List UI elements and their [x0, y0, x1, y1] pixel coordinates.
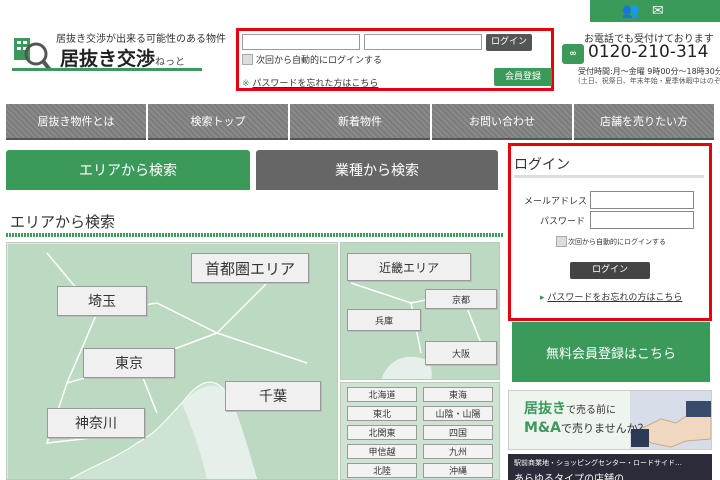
top-email-input[interactable]: [242, 34, 360, 50]
region-kitakanto[interactable]: 北関東: [347, 425, 417, 440]
side-forgot-mark: ▸: [540, 293, 545, 303]
region-list: 北海道 東海 東北 山陰・山陽 北関東 四国 甲信越 九州 北陸 沖縄: [340, 382, 500, 480]
side-password-input[interactable]: [590, 211, 694, 229]
side-email-input[interactable]: [590, 191, 694, 209]
region-koshinetsu[interactable]: 甲信越: [347, 444, 417, 459]
side-auto-login-label: 次回から自動的にログインする: [568, 238, 666, 246]
side-login-title-line: [514, 175, 704, 178]
region-hokuriku[interactable]: 北陸: [347, 463, 417, 478]
site-name-suffix: ねっと: [155, 57, 186, 68]
top-auto-login-checkbox[interactable]: [242, 54, 253, 65]
region-tokai[interactable]: 東海: [423, 387, 493, 402]
side-forgot-password[interactable]: ▸ パスワードをお忘れの方はこちら: [540, 290, 682, 303]
register-banner[interactable]: 無料会員登録はこちら: [512, 322, 710, 382]
top-auto-login-label: 次回から自動的にログインする: [256, 56, 383, 66]
map-label-shutoken[interactable]: 首都圏エリア: [191, 253, 309, 283]
nav-item-new[interactable]: 新着物件: [290, 104, 430, 140]
top-register-button[interactable]: 会員登録: [494, 68, 552, 86]
region-shikoku[interactable]: 四国: [423, 425, 493, 440]
map-label-osaka[interactable]: 大阪: [425, 341, 497, 365]
free-dial-glyph: ∞: [569, 49, 577, 59]
people-icon[interactable]: 👥: [622, 0, 639, 22]
top-forgot-password[interactable]: ※ パスワードを忘れた方はこちら: [242, 76, 378, 89]
region-kyushu[interactable]: 九州: [423, 444, 493, 459]
map-label-chiba[interactable]: 千葉: [225, 381, 321, 411]
map-label-hyogo[interactable]: 兵庫: [347, 309, 421, 331]
page: 👥 ✉ 居抜き交渉が出来る可能性のある物件 居抜き交渉ねっと ログイン 次回から…: [0, 0, 720, 480]
region-okinawa[interactable]: 沖縄: [423, 463, 493, 478]
region-hokkaido[interactable]: 北海道: [347, 387, 417, 402]
map-label-kanagawa[interactable]: 神奈川: [47, 408, 145, 438]
ma-word: 居抜き: [524, 401, 566, 417]
ma-banner-line2: M&Aで売りませんか？: [524, 420, 649, 436]
top-forgot-mark: ※: [242, 79, 250, 89]
map-label-tokyo[interactable]: 東京: [83, 348, 175, 378]
phone-hours-note: (土日、祝祭日、年末年始・夏季休暇中はのぞく): [578, 77, 720, 85]
shop-banner-line2: あらゆるタイプの店舗の: [514, 474, 624, 480]
logo-tagline: 居抜き交渉が出来る可能性のある物件: [56, 34, 226, 45]
tab-gyoshu-search[interactable]: 業種から検索: [256, 150, 498, 190]
side-password-label: パスワード: [540, 217, 586, 227]
nav-item-sell[interactable]: 店舗を売りたい方: [574, 104, 714, 140]
section-underline: [6, 233, 504, 237]
top-login-button[interactable]: ログイン: [486, 34, 532, 51]
top-password-input[interactable]: [364, 34, 482, 50]
top-icon-bar: 👥 ✉: [590, 0, 720, 22]
map-kinki: 近畿エリア 京都 兵庫 大阪: [340, 242, 500, 380]
side-auto-login-checkbox[interactable]: [556, 236, 567, 247]
ma-banner-line1: 居抜きで売る前に: [524, 398, 616, 418]
side-login-title: ログイン: [514, 157, 570, 173]
ma-rest2: で売りませんか？: [560, 422, 649, 435]
ma-word2: M&A: [524, 420, 561, 436]
site-name[interactable]: 居抜き交渉ねっと: [60, 44, 185, 71]
side-email-label: メールアドレス: [524, 197, 588, 207]
tab-area-search[interactable]: エリアから検索: [6, 150, 250, 190]
side-login-button[interactable]: ログイン: [570, 262, 650, 279]
ma-rest1: で売る前に: [566, 405, 616, 416]
mail-icon[interactable]: ✉: [652, 0, 664, 22]
nav-item-contact[interactable]: お問い合わせ: [432, 104, 572, 140]
nav-item-about[interactable]: 居抜き物件とは: [6, 104, 146, 140]
free-dial-icon: ∞: [562, 44, 584, 64]
section-title: エリアから検索: [10, 213, 116, 231]
region-sanin-sanyo[interactable]: 山陰・山陽: [423, 406, 493, 421]
shop-banner-line1: 駅前商業地・ショッピングセンター・ロードサイド…: [514, 459, 682, 467]
nav-item-search-top[interactable]: 検索トップ: [148, 104, 288, 140]
map-label-kinki[interactable]: 近畿エリア: [347, 253, 471, 281]
map-label-kyoto[interactable]: 京都: [425, 289, 497, 309]
map-label-saitama[interactable]: 埼玉: [57, 286, 147, 316]
side-forgot-link[interactable]: パスワードをお忘れの方はこちら: [547, 293, 682, 303]
top-forgot-link[interactable]: パスワードを忘れた方はこちら: [252, 79, 378, 89]
region-tohoku[interactable]: 東北: [347, 406, 417, 421]
phone-number[interactable]: 0120-210-314: [588, 42, 708, 62]
map-kanto: 首都圏エリア 埼玉 東京 千葉 神奈川: [6, 242, 338, 480]
logo-underline: [12, 68, 202, 71]
main-nav: 居抜き物件とは 検索トップ 新着物件 お問い合わせ 店舗を売りたい方: [6, 104, 714, 140]
site-name-main: 居抜き交渉: [60, 48, 156, 70]
